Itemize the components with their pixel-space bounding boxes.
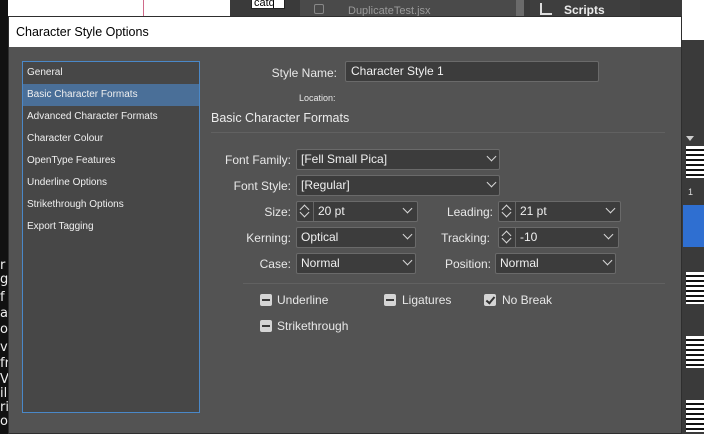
category-character-colour[interactable]: Character Colour [23,128,199,150]
document-text-fragment: o [0,322,8,337]
page-number: 1 [688,187,694,197]
strikethrough-label[interactable]: Strikethrough [277,319,348,333]
kerning-select[interactable]: Optical [296,227,416,248]
category-strikethrough-options[interactable]: Strikethrough Options [23,194,199,216]
chevron-down-icon [486,151,497,162]
tracking-value[interactable]: -10 [520,228,537,247]
scripts-scrollbar[interactable] [516,0,524,16]
chevron-down-icon[interactable] [603,229,614,240]
position-value: Normal [500,256,539,270]
options-divider [243,283,665,284]
chevron-down-icon[interactable] [605,203,616,214]
document-text-fragment: v [0,340,8,355]
style-name-label: Style Name: [271,66,337,80]
category-basic-character-formats[interactable]: Basic Character Formats [23,84,199,106]
chevron-down-icon [486,177,497,188]
document-page-area [0,0,230,16]
document-text-fragment: o [0,414,8,429]
document-text-fragment: r [0,258,6,273]
dialog-title: Character Style Options [9,17,681,47]
script-file-name: DuplicateTest.jsx [348,5,431,16]
character-style-options-dialog: Character Style Options General Basic Ch… [8,16,682,434]
underline-checkbox[interactable] [260,294,272,306]
size-value[interactable]: 20 pt [318,202,345,221]
font-style-value: [Regular] [301,178,350,192]
font-family-value: [Fell Small Pica] [301,152,388,166]
leading-stepper[interactable] [499,202,516,221]
scripts-icon [540,3,552,15]
kerning-value: Optical [301,230,339,244]
document-tab-fragment[interactable]: catq [251,0,285,9]
chevron-down-icon [602,255,613,266]
document-text-fragment: il [0,386,8,401]
page-thumbnail-selected[interactable] [683,205,704,247]
page-thumbnail[interactable] [686,336,704,368]
category-advanced-character-formats[interactable]: Advanced Character Formats [23,106,199,128]
case-select[interactable]: Normal [296,253,416,274]
size-stepper[interactable] [297,202,314,221]
size-combo[interactable]: 20 pt [296,201,418,222]
case-label: Case: [259,257,291,271]
category-general[interactable]: General [23,62,199,84]
tracking-combo[interactable]: -10 [498,227,619,248]
page-thumbnail[interactable] [686,146,704,178]
chevron-down-icon [402,255,413,266]
font-family-select[interactable]: [Fell Small Pica] [296,149,500,170]
category-opentype-features[interactable]: OpenType Features [23,150,199,172]
no-break-checkbox[interactable] [484,294,496,306]
leading-value[interactable]: 21 pt [520,202,547,221]
category-underline-options[interactable]: Underline Options [23,172,199,194]
case-value: Normal [301,256,340,270]
ligatures-label[interactable]: Ligatures [402,293,451,307]
pages-panel-top [682,0,704,40]
page-thumbnail[interactable] [686,272,704,304]
page-guide [143,0,144,16]
category-list: General Basic Character Formats Advanced… [22,61,200,413]
chevron-down-icon [402,229,413,240]
section-divider [211,132,665,133]
category-export-tagging[interactable]: Export Tagging [23,216,199,238]
position-select[interactable]: Normal [495,253,616,274]
leading-label: Leading: [446,205,493,219]
position-label: Position: [444,257,491,271]
size-label: Size: [264,205,291,219]
chevron-down-icon[interactable] [402,203,413,214]
section-title: Basic Character Formats [211,111,350,125]
location-label: Location: [299,93,336,103]
tracking-label: Tracking: [441,231,490,245]
style-name-input[interactable]: Character Style 1 [345,61,599,82]
document-text-fragment: f [0,290,5,305]
font-family-label: Font Family: [224,153,291,167]
page-thumbnail[interactable] [686,400,704,432]
font-style-select[interactable]: [Regular] [296,175,500,196]
script-file-item[interactable]: DuplicateTest.jsx [300,0,516,16]
no-break-label[interactable]: No Break [502,293,552,307]
leading-combo[interactable]: 21 pt [498,201,621,222]
scripts-panel-title: Scripts [564,3,605,17]
kerning-label: Kerning: [246,231,291,245]
ligatures-checkbox[interactable] [384,294,396,306]
panel-chevron-down-icon[interactable] [686,136,694,141]
script-file-icon [314,4,324,14]
strikethrough-checkbox[interactable] [260,320,272,332]
tracking-stepper[interactable] [499,228,516,247]
font-style-label: Font Style: [233,179,291,193]
underline-label[interactable]: Underline [277,293,328,307]
